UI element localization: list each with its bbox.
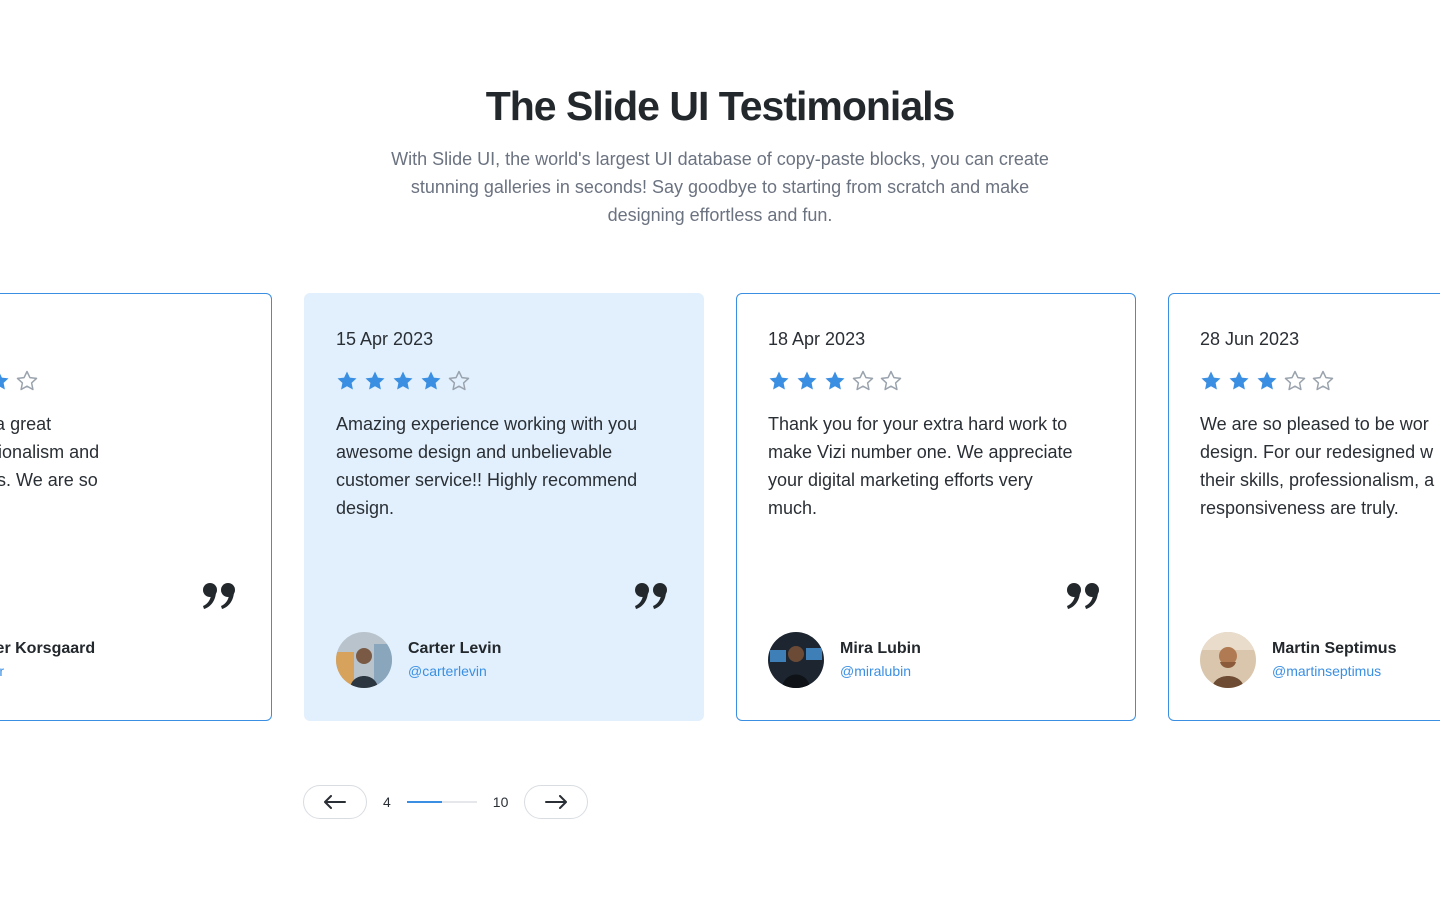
progress-bar xyxy=(406,801,477,803)
avatar xyxy=(336,632,392,688)
author-info: Martin Septimus @martinseptimus xyxy=(1200,632,1396,688)
star-rating xyxy=(1200,370,1334,392)
testimonial-card-active[interactable]: 15 Apr 2023 Amazing experience working w… xyxy=(304,293,704,721)
star-filled-icon xyxy=(769,371,789,390)
star-empty-icon xyxy=(1312,370,1334,391)
quote-icon xyxy=(203,583,235,609)
carousel-pagination: 4 10 xyxy=(303,785,589,819)
star-rating xyxy=(336,370,470,392)
testimonial-text: Thank you for your extra hard work to ma… xyxy=(768,414,1073,518)
star-empty-icon xyxy=(880,370,902,391)
testimonial-date: 15 Apr 2023 xyxy=(336,329,434,349)
progress-bar-fill xyxy=(406,801,442,803)
author-name: oper Korsgaard xyxy=(0,640,96,657)
star-filled-icon xyxy=(1201,371,1221,390)
avatar xyxy=(768,632,824,688)
total-pages: 10 xyxy=(492,794,509,810)
author-handle[interactable]: @martinseptimus xyxy=(1272,660,1396,682)
star-filled-icon xyxy=(0,373,9,390)
arrow-right-icon xyxy=(545,795,568,809)
author-handle[interactable]: @miralubin xyxy=(840,660,921,682)
next-button[interactable] xyxy=(524,785,589,819)
star-empty-icon xyxy=(1284,370,1306,391)
star-rating xyxy=(0,370,38,392)
testimonial-carousel[interactable]: 3 gn exhibits a great n of professionali… xyxy=(0,293,1440,721)
star-filled-icon xyxy=(825,371,845,390)
star-empty-icon xyxy=(16,370,38,391)
testimonial-card[interactable]: 18 Apr 2023 Thank you for your extra har… xyxy=(736,293,1136,721)
star-filled-icon xyxy=(1257,371,1277,390)
star-filled-icon xyxy=(365,371,385,390)
star-filled-icon xyxy=(1229,371,1249,390)
star-filled-icon xyxy=(421,371,441,390)
avatar xyxy=(1200,632,1256,688)
testimonial-text: gn exhibits a great n of professionalism… xyxy=(0,414,100,490)
star-rating xyxy=(768,370,902,392)
author-info: oper Korsgaard oper xyxy=(0,632,95,688)
testimonial-date: 28 Jun 2023 xyxy=(1200,329,1300,349)
testimonial-text: We are so pleased to be wor design. For … xyxy=(1200,414,1435,518)
star-empty-icon xyxy=(448,370,470,391)
prev-button[interactable] xyxy=(303,785,367,819)
arrow-left-icon xyxy=(324,795,346,809)
author-handle[interactable]: oper xyxy=(0,660,95,682)
author-handle[interactable]: @carterlevin xyxy=(408,660,501,682)
testimonial-card[interactable]: 28 Jun 2023 We are so pleased to be wor … xyxy=(1168,293,1440,721)
page-title: The Slide UI Testimonials xyxy=(485,83,956,129)
page-subtitle: With Slide UI, the world's largest UI da… xyxy=(391,149,1049,225)
current-page: 4 xyxy=(383,794,391,810)
author-name: Mira Lubin xyxy=(840,640,921,657)
author-name: Carter Levin xyxy=(408,640,502,657)
testimonial-card[interactable]: 3 gn exhibits a great n of professionali… xyxy=(0,293,272,721)
testimonial-text: Amazing experience working with you awes… xyxy=(336,414,638,518)
star-filled-icon xyxy=(337,371,357,390)
quote-icon xyxy=(635,583,667,609)
testimonial-date: 18 Apr 2023 xyxy=(768,329,866,349)
author-name: Martin Septimus xyxy=(1272,640,1397,657)
author-info: Mira Lubin @miralubin xyxy=(768,632,921,688)
star-empty-icon xyxy=(852,370,874,391)
star-filled-icon xyxy=(797,371,817,390)
star-filled-icon xyxy=(393,371,413,390)
quote-icon xyxy=(1067,583,1099,609)
author-info: Carter Levin @carterlevin xyxy=(336,632,501,688)
